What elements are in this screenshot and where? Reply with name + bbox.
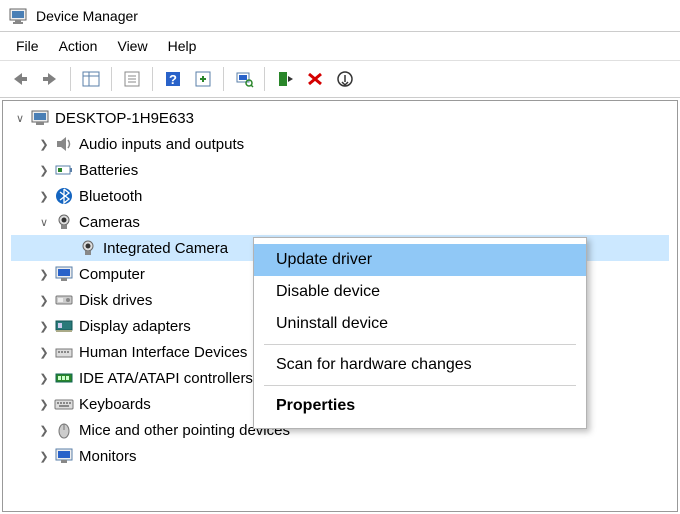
expander-icon[interactable]: ❯ bbox=[37, 268, 51, 281]
computer-icon bbox=[29, 108, 51, 128]
toolbar-separator bbox=[70, 67, 71, 91]
tree-label: IDE ATA/ATAPI controllers bbox=[77, 370, 253, 387]
context-uninstall-device[interactable]: Uninstall device bbox=[254, 308, 586, 340]
expander-icon[interactable]: ∨ bbox=[13, 112, 27, 125]
toolbar-separator bbox=[152, 67, 153, 91]
context-disable-device[interactable]: Disable device bbox=[254, 276, 586, 308]
context-menu: Update driver Disable device Uninstall d… bbox=[253, 237, 587, 429]
toolbar-separator bbox=[264, 67, 265, 91]
menubar: File Action View Help bbox=[0, 32, 680, 60]
battery-icon bbox=[53, 160, 75, 180]
toolbar: ? bbox=[0, 60, 680, 98]
expander-icon[interactable]: ❯ bbox=[37, 372, 51, 385]
tree-label: Display adapters bbox=[77, 318, 191, 335]
tree-node-monitors[interactable]: ❯ Monitors bbox=[11, 443, 669, 469]
monitor-icon bbox=[53, 446, 75, 466]
action-button[interactable] bbox=[189, 66, 217, 92]
tree-node-batteries[interactable]: ❯ Batteries bbox=[11, 157, 669, 183]
tree-label: Cameras bbox=[77, 214, 140, 231]
window-title: Device Manager bbox=[36, 8, 138, 24]
camera-icon bbox=[77, 238, 99, 258]
context-properties[interactable]: Properties bbox=[254, 390, 586, 422]
expander-icon[interactable]: ❯ bbox=[37, 294, 51, 307]
expander-icon[interactable]: ❯ bbox=[37, 190, 51, 203]
toolbar-separator bbox=[111, 67, 112, 91]
menu-help[interactable]: Help bbox=[158, 34, 207, 58]
back-button[interactable] bbox=[6, 66, 34, 92]
disable-button[interactable] bbox=[331, 66, 359, 92]
context-update-driver[interactable]: Update driver bbox=[254, 244, 586, 276]
menu-file[interactable]: File bbox=[6, 34, 49, 58]
device-manager-icon bbox=[8, 6, 28, 26]
tree-label: Audio inputs and outputs bbox=[77, 136, 244, 153]
context-scan-hardware[interactable]: Scan for hardware changes bbox=[254, 349, 586, 381]
tree-label: Monitors bbox=[77, 448, 137, 465]
expander-icon[interactable]: ❯ bbox=[37, 346, 51, 359]
expander-icon[interactable]: ❯ bbox=[37, 450, 51, 463]
tree-node-cameras[interactable]: ∨ Cameras bbox=[11, 209, 669, 235]
expander-icon[interactable]: ❯ bbox=[37, 138, 51, 151]
context-separator bbox=[264, 344, 576, 345]
context-separator bbox=[264, 385, 576, 386]
toolbar-separator bbox=[223, 67, 224, 91]
menu-action[interactable]: Action bbox=[49, 34, 108, 58]
keyboard-icon bbox=[53, 394, 75, 414]
tree-label: Disk drives bbox=[77, 292, 152, 309]
expander-icon[interactable]: ∨ bbox=[37, 216, 51, 229]
camera-icon bbox=[53, 212, 75, 232]
expander-icon[interactable]: ❯ bbox=[37, 424, 51, 437]
bluetooth-icon bbox=[53, 186, 75, 206]
properties-button[interactable] bbox=[118, 66, 146, 92]
forward-button[interactable] bbox=[36, 66, 64, 92]
disk-icon bbox=[53, 290, 75, 310]
mouse-icon bbox=[53, 420, 75, 440]
display-adapter-icon bbox=[53, 316, 75, 336]
tree-root-label: DESKTOP-1H9E633 bbox=[53, 110, 194, 127]
speaker-icon bbox=[53, 134, 75, 154]
ide-controller-icon bbox=[53, 368, 75, 388]
tree-label: Batteries bbox=[77, 162, 138, 179]
uninstall-button[interactable] bbox=[301, 66, 329, 92]
update-driver-button[interactable] bbox=[271, 66, 299, 92]
tree-root[interactable]: ∨ DESKTOP-1H9E633 bbox=[11, 105, 669, 131]
expander-icon[interactable]: ❯ bbox=[37, 164, 51, 177]
device-tree-panel: ∨ DESKTOP-1H9E633 ❯ Audio inputs and out… bbox=[2, 100, 678, 512]
tree-label: Integrated Camera bbox=[101, 240, 228, 257]
expander-icon[interactable]: ❯ bbox=[37, 320, 51, 333]
titlebar: Device Manager bbox=[0, 0, 680, 32]
menu-view[interactable]: View bbox=[107, 34, 157, 58]
tree-label: Keyboards bbox=[77, 396, 151, 413]
hid-icon bbox=[53, 342, 75, 362]
tree-label: Bluetooth bbox=[77, 188, 142, 205]
expander-icon[interactable]: ❯ bbox=[37, 398, 51, 411]
help-button[interactable]: ? bbox=[159, 66, 187, 92]
svg-text:?: ? bbox=[169, 72, 177, 87]
show-hide-tree-button[interactable] bbox=[77, 66, 105, 92]
monitor-icon bbox=[53, 264, 75, 284]
scan-hardware-button[interactable] bbox=[230, 66, 258, 92]
tree-node-bluetooth[interactable]: ❯ Bluetooth bbox=[11, 183, 669, 209]
tree-label: Human Interface Devices bbox=[77, 344, 247, 361]
tree-node-audio[interactable]: ❯ Audio inputs and outputs bbox=[11, 131, 669, 157]
tree-label: Computer bbox=[77, 266, 145, 283]
